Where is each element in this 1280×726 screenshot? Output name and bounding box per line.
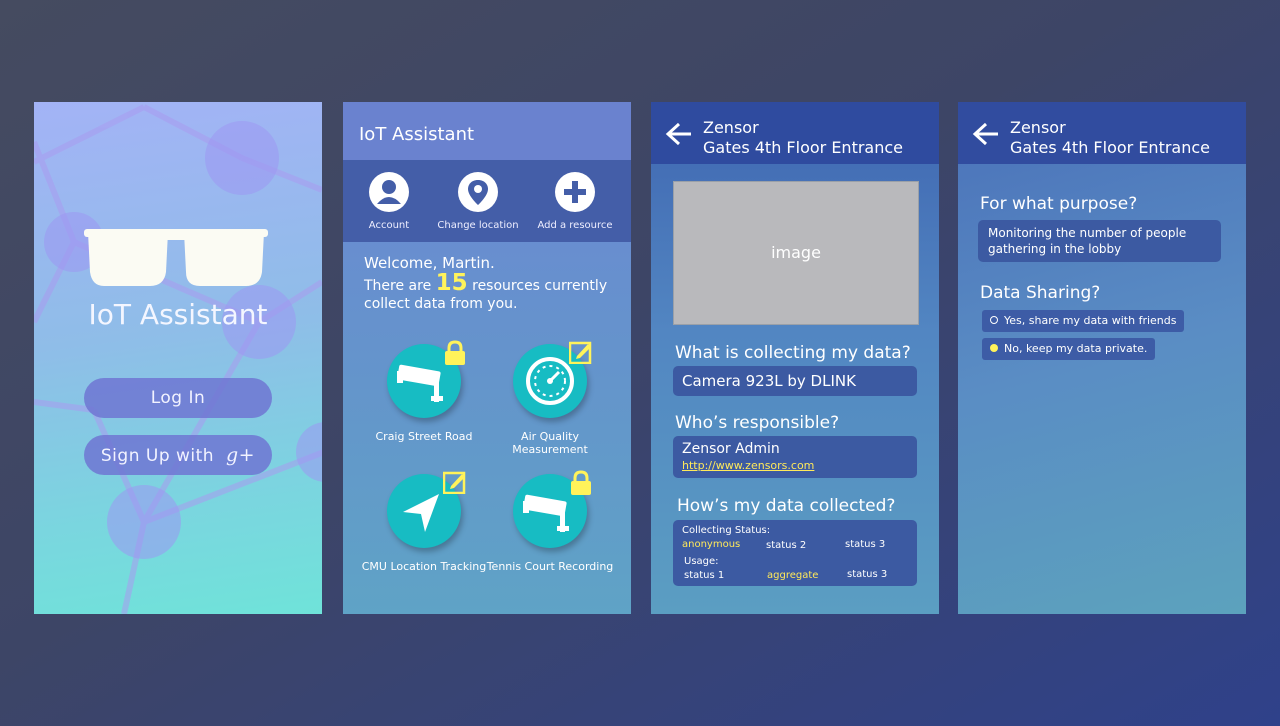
- resource-label: Air Quality Measurement: [512, 430, 588, 456]
- google-plus-icon: g+: [226, 444, 256, 466]
- back-arrow-icon[interactable]: [665, 122, 693, 146]
- share-yes-label: Yes, share my data with friends: [1004, 314, 1177, 327]
- radio-selected-icon: [990, 344, 998, 352]
- signup-google-button[interactable]: Sign Up with g+: [84, 435, 272, 475]
- person-icon: [369, 172, 409, 212]
- collecting-status-3: status 3: [845, 539, 886, 550]
- resource-label: Craig Street Road: [375, 430, 473, 443]
- usage-label: Usage:: [684, 556, 719, 567]
- header-subtitle: Gates 4th Floor Entrance: [703, 138, 903, 157]
- resource-count-text: There are 15 resources currently collect…: [364, 272, 614, 313]
- share-no-label: No, keep my data private.: [1004, 342, 1148, 355]
- responsible-link[interactable]: http://www.zensors.com: [682, 459, 814, 472]
- header-subtitle: Gates 4th Floor Entrance: [1010, 138, 1210, 157]
- navigation-arrow-icon: [387, 471, 466, 548]
- add-resource-label: Add a resource: [537, 220, 613, 231]
- welcome-text: Welcome, Martin.: [364, 254, 495, 272]
- resource-label: CMU Location Tracking: [361, 560, 487, 573]
- glasses-logo-icon: [84, 229, 268, 286]
- resource-craig-street-road[interactable]: Craig Street Road: [359, 340, 489, 443]
- what-value-box: Camera 923L by DLINK: [673, 366, 917, 396]
- resource-detail-screen: Zensor Gates 4th Floor Entrance image Wh…: [651, 102, 939, 614]
- lock-icon: [571, 470, 591, 495]
- app-bar-title: IoT Assistant: [359, 124, 475, 145]
- app-bar: IoT Assistant: [343, 102, 631, 160]
- resource-count: 15: [435, 270, 468, 296]
- collecting-status-2: status 2: [766, 540, 807, 551]
- how-question: How’s my data collected?: [677, 496, 896, 516]
- home-screen: IoT Assistant Account Change location Ad…: [343, 102, 631, 614]
- lock-icon: [445, 340, 465, 365]
- resource-label: Tennis Court Recording: [486, 560, 614, 573]
- purpose-question: For what purpose?: [980, 194, 1138, 214]
- header-title: Zensor: [1010, 118, 1066, 137]
- count-prefix: There are: [364, 278, 432, 294]
- who-question: Who’s responsible?: [675, 413, 840, 433]
- signup-button-label: Sign Up with: [100, 446, 215, 466]
- what-question: What is collecting my data?: [675, 343, 911, 363]
- login-button-label: Log In: [150, 388, 206, 408]
- what-value: Camera 923L by DLINK: [682, 372, 856, 390]
- share-no-option[interactable]: No, keep my data private.: [982, 338, 1156, 360]
- radio-unselected-icon: [990, 316, 998, 324]
- usage-status-1: status 1: [684, 570, 725, 581]
- resource-air-quality[interactable]: Air Quality Measurement: [485, 341, 615, 456]
- gauge-icon: [513, 341, 592, 418]
- edit-icon: [443, 471, 466, 494]
- camera-icon: [513, 470, 591, 548]
- edit-icon: [569, 341, 592, 364]
- account-action[interactable]: Account: [343, 172, 439, 231]
- detail-header: Zensor Gates 4th Floor Entrance: [651, 102, 939, 164]
- add-resource-action[interactable]: Add a resource: [525, 172, 625, 231]
- login-screen: IoT Assistant Log In Sign Up with g+: [34, 102, 322, 614]
- camera-icon: [387, 340, 465, 418]
- collecting-status-label: Collecting Status:: [682, 525, 771, 536]
- data-sharing-screen: Zensor Gates 4th Floor Entrance For what…: [958, 102, 1246, 614]
- collecting-status-1: anonymous: [682, 539, 741, 550]
- action-bar: Account Change location Add a resource: [343, 160, 631, 242]
- account-label: Account: [368, 220, 410, 231]
- responsible-name: Zensor Admin: [682, 441, 780, 457]
- resource-cmu-location[interactable]: CMU Location Tracking: [359, 471, 489, 573]
- login-button[interactable]: Log In: [84, 378, 272, 418]
- usage-status-3: status 3: [847, 569, 888, 580]
- resource-tennis-court[interactable]: Tennis Court Recording: [485, 470, 615, 573]
- app-title: IoT Assistant: [88, 298, 268, 331]
- sharing-header: Zensor Gates 4th Floor Entrance: [958, 102, 1246, 164]
- share-yes-option[interactable]: Yes, share my data with friends: [982, 310, 1185, 332]
- sharing-question: Data Sharing?: [980, 283, 1101, 303]
- location-pin-icon: [458, 172, 498, 212]
- image-placeholder: image: [673, 181, 919, 325]
- header-title: Zensor: [703, 118, 759, 137]
- purpose-value: Monitoring the number of people gatherin…: [988, 226, 1187, 256]
- change-location-label: Change location: [437, 220, 519, 231]
- back-arrow-icon[interactable]: [972, 122, 1000, 146]
- purpose-value-box: Monitoring the number of people gatherin…: [978, 220, 1221, 262]
- change-location-action[interactable]: Change location: [428, 172, 528, 231]
- how-value-box: Collecting Status: anonymous status 2 st…: [673, 520, 917, 586]
- usage-status-2: aggregate: [767, 570, 819, 581]
- network-background: [34, 104, 322, 614]
- who-value-box: Zensor Admin http://www.zensors.com: [673, 436, 917, 478]
- plus-icon: [555, 172, 595, 212]
